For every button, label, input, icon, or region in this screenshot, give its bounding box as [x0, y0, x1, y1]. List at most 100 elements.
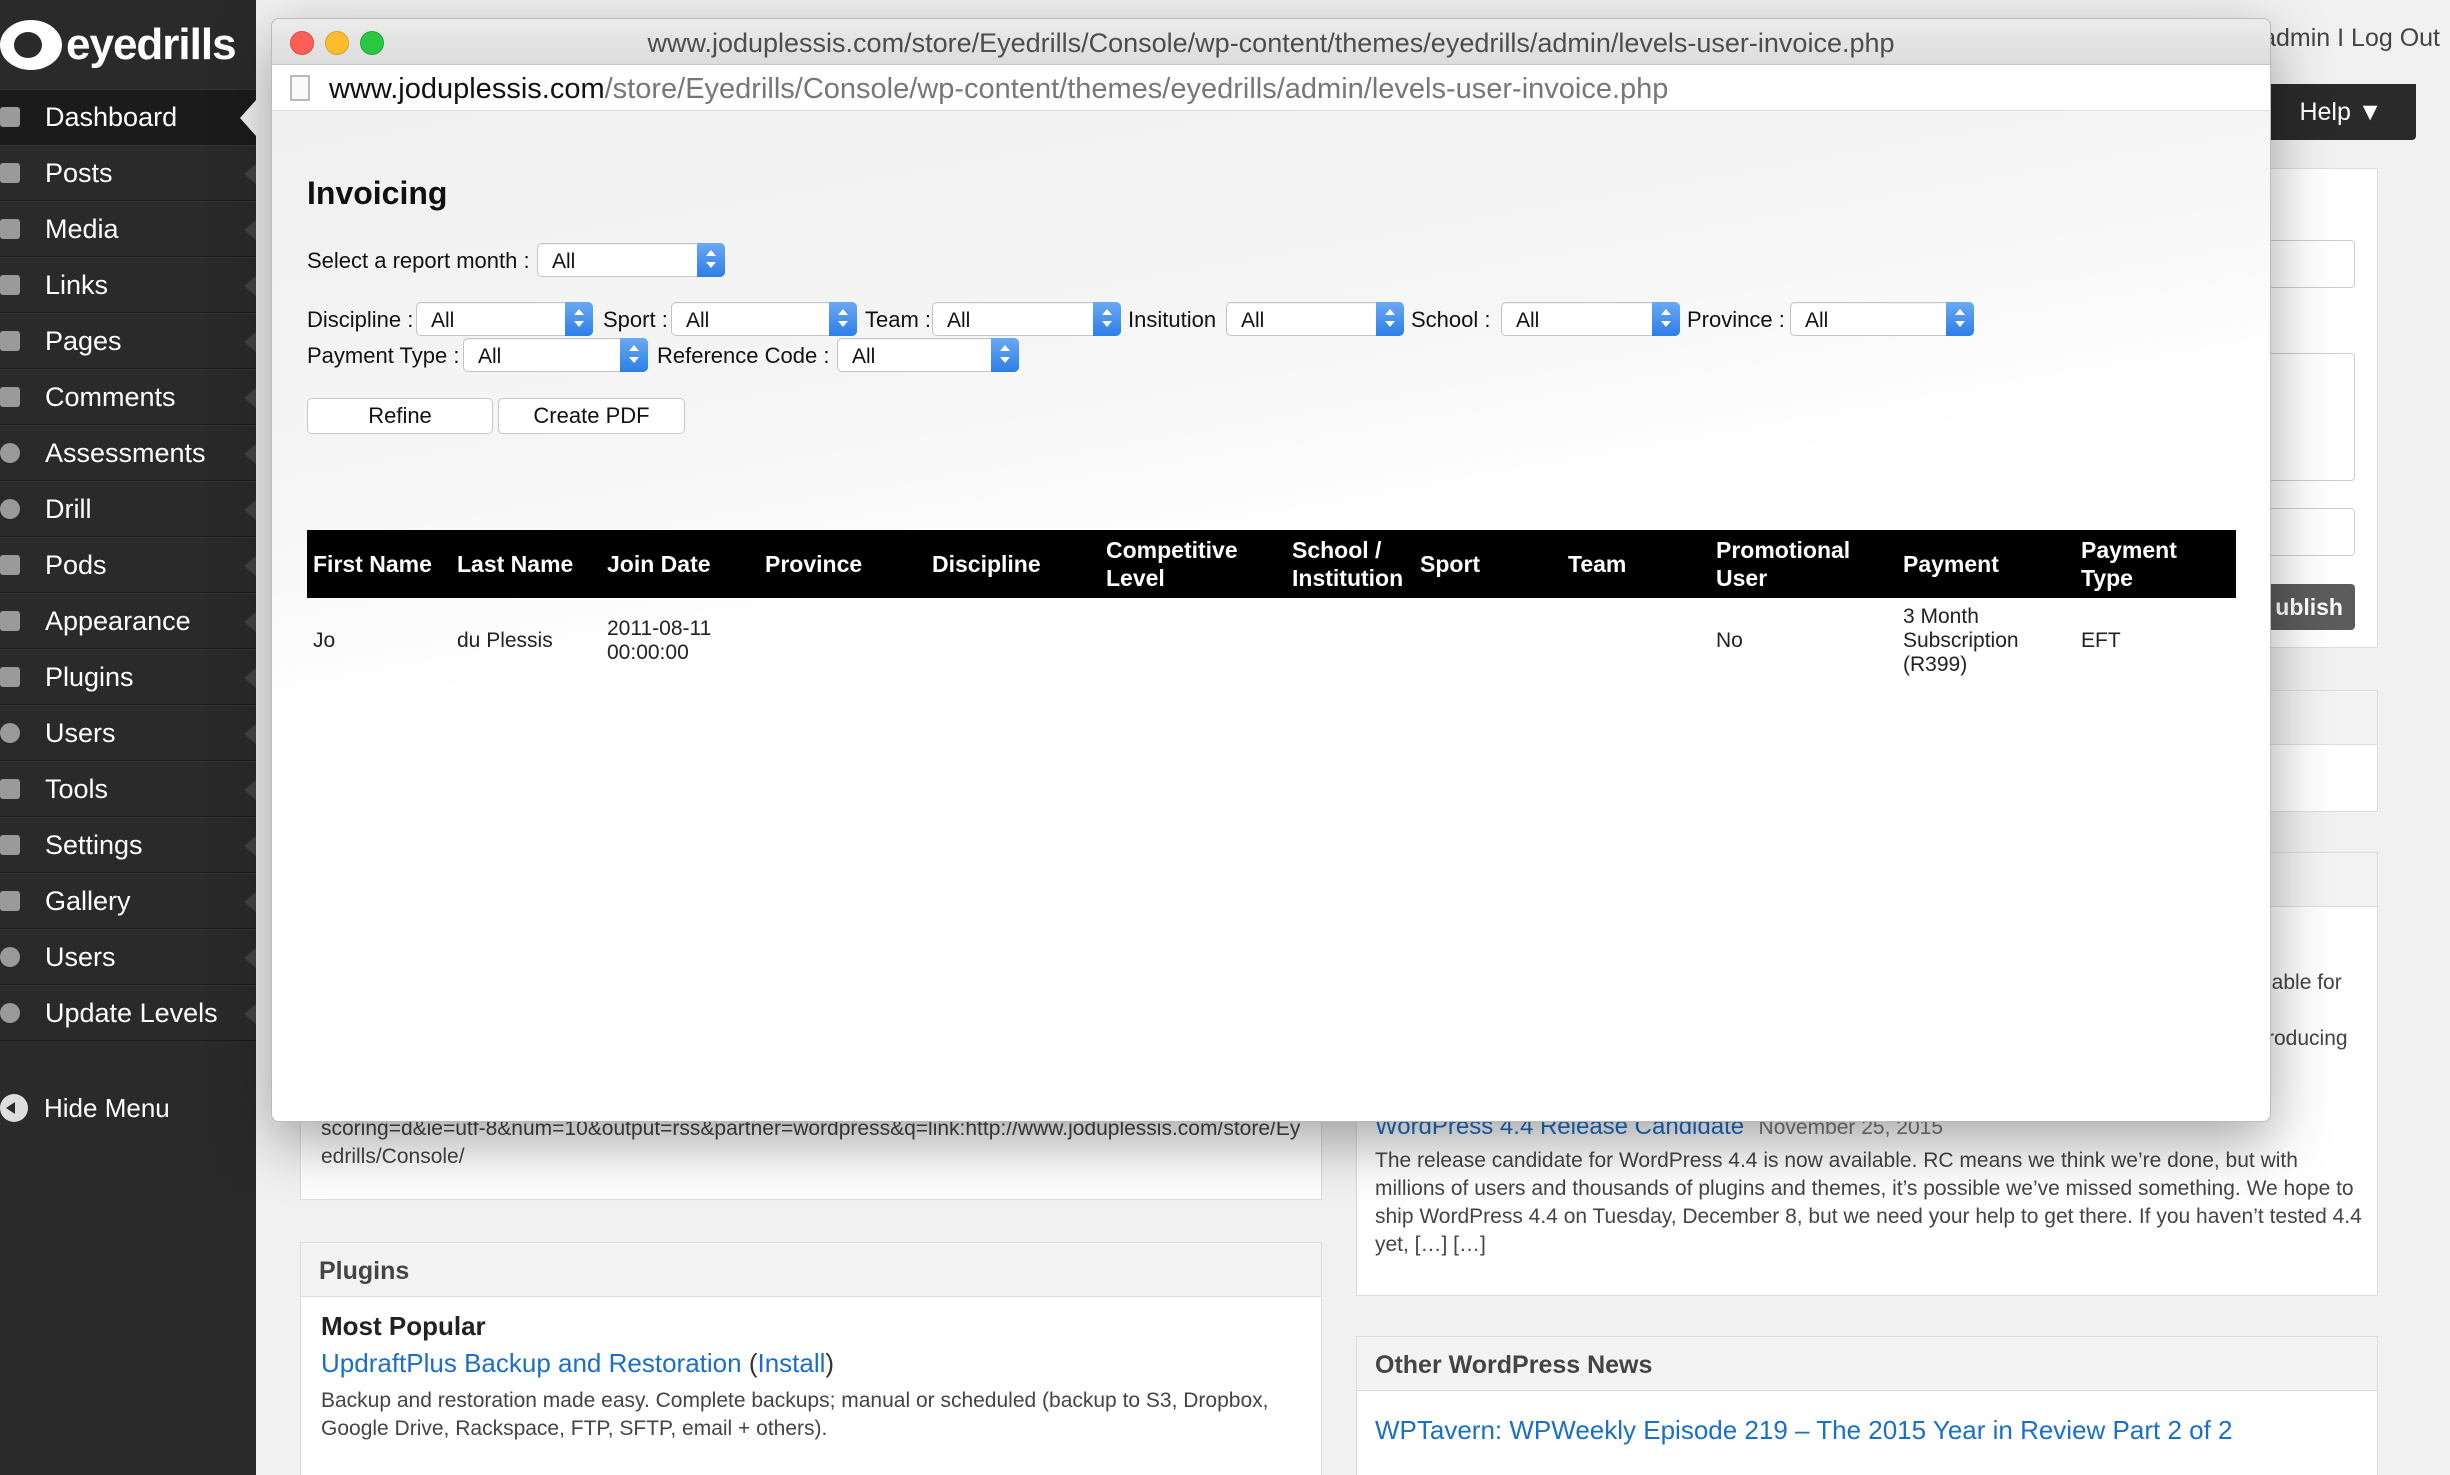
sidebar-item-links[interactable]: Links: [0, 257, 256, 313]
appearance-icon: [0, 611, 20, 631]
users-icon: [0, 723, 20, 743]
home-icon: [0, 107, 20, 127]
sidebar-item-media[interactable]: Media: [0, 201, 256, 257]
plugins-widget-title: Plugins: [301, 1243, 1321, 1297]
sidebar-item-gallery[interactable]: Gallery: [0, 873, 256, 929]
address-bar[interactable]: www.joduplessis.com/store/Eyedrills/Cons…: [272, 65, 2270, 111]
collapse-arrow-icon: [0, 1094, 28, 1122]
other-news-widget: Other WordPress News WPTavern: WPWeekly …: [1356, 1336, 2378, 1475]
pin-icon: [0, 163, 20, 183]
col-province: Province: [765, 551, 863, 577]
release-summary: The release candidate for WordPress 4.4 …: [1375, 1149, 2362, 1256]
cell-promotional-user: No: [1716, 629, 1743, 652]
pages-icon: [0, 331, 20, 351]
report-month-label: Select a report month :: [307, 248, 530, 273]
address-url[interactable]: www.joduplessis.com/store/Eyedrills/Cons…: [329, 73, 1668, 106]
tools-icon: [0, 779, 20, 799]
discipline-select[interactable]: All: [416, 302, 593, 336]
select-stepper-icon: [991, 338, 1019, 372]
sidebar-item-drill[interactable]: Drill: [0, 481, 256, 537]
institution-label: Insitution: [1128, 307, 1217, 332]
report-month-select[interactable]: All: [537, 243, 725, 277]
sidebar-item-users-2[interactable]: Users: [0, 929, 256, 985]
sidebar-item-users[interactable]: Users: [0, 705, 256, 761]
province-label: Province :: [1687, 307, 1785, 332]
select-stepper-icon: [1093, 302, 1121, 336]
cell-team: [1562, 598, 1710, 684]
team-label: Team :: [865, 307, 932, 332]
plugin-description: Backup and restoration made easy. Comple…: [321, 1389, 1269, 1440]
sidebar-item-pages[interactable]: Pages: [0, 313, 256, 369]
other-news-link[interactable]: WPTavern: WPWeekly Episode 219 – The 201…: [1375, 1415, 2233, 1446]
plugin-icon: [0, 667, 20, 687]
settings-icon: [0, 835, 20, 855]
window-titlebar[interactable]: www.joduplessis.com/store/Eyedrills/Cons…: [272, 19, 2270, 65]
cell-discipline: [926, 598, 1100, 684]
gear-icon: [0, 499, 20, 519]
plugin-icon: [0, 1003, 20, 1023]
payment-type-select[interactable]: All: [463, 338, 648, 372]
sidebar-item-settings[interactable]: Settings: [0, 817, 256, 873]
province-select[interactable]: All: [1790, 302, 1974, 336]
invoice-content: Invoicing Select a report month : All Di…: [272, 111, 2270, 1121]
admin-sidebar: eyedrills Dashboard Posts Media Links Pa…: [0, 0, 256, 1475]
admin-menu: Dashboard Posts Media Links Pages Commen…: [0, 89, 256, 1041]
sport-label: Sport :: [603, 307, 668, 332]
plugin-install-link[interactable]: Install: [757, 1348, 825, 1378]
sidebar-item-plugins[interactable]: Plugins: [0, 649, 256, 705]
cell-first-name: Jo: [313, 629, 336, 652]
select-stepper-icon: [565, 302, 593, 336]
hide-menu-button[interactable]: Hide Menu: [0, 1086, 170, 1130]
pods-icon: [0, 555, 20, 575]
most-popular-heading: Most Popular: [321, 1311, 486, 1341]
select-stepper-icon: [1946, 302, 1974, 336]
refine-button[interactable]: Refine: [307, 398, 493, 434]
sidebar-item-posts[interactable]: Posts: [0, 145, 256, 201]
col-discipline: Discipline: [932, 551, 1041, 577]
sidebar-item-assessments[interactable]: Assessments: [0, 425, 256, 481]
sidebar-item-appearance[interactable]: Appearance: [0, 593, 256, 649]
school-select[interactable]: All: [1501, 302, 1680, 336]
plugin-name-link[interactable]: UpdraftPlus Backup and Restoration: [321, 1348, 742, 1378]
cell-payment-type: EFT: [2081, 629, 2121, 652]
select-stepper-icon: [829, 302, 857, 336]
comment-icon: [0, 387, 20, 407]
sidebar-item-dashboard[interactable]: Dashboard: [0, 89, 256, 145]
school-label: School :: [1411, 307, 1491, 332]
create-pdf-button[interactable]: Create PDF: [498, 398, 685, 434]
media-icon: [0, 219, 20, 239]
team-select[interactable]: All: [932, 302, 1121, 336]
brand-logo-text: eyedrills: [66, 20, 237, 69]
col-first-name: First Name: [313, 551, 432, 577]
table-row: Jo du Plessis 2011-08-11 00:00:00 No 3 M…: [307, 598, 2236, 684]
help-button[interactable]: Help ▼: [2266, 84, 2416, 140]
col-sport: Sport: [1420, 551, 1481, 577]
cell-join-date: 2011-08-11 00:00:00: [607, 617, 712, 664]
link-icon: [0, 275, 20, 295]
cell-last-name: du Plessis: [457, 629, 553, 652]
sidebar-item-pods[interactable]: Pods: [0, 537, 256, 593]
sport-select[interactable]: All: [671, 302, 857, 336]
sidebar-item-update-levels[interactable]: Update Levels: [0, 985, 256, 1041]
reference-code-select[interactable]: All: [837, 338, 1019, 372]
sidebar-item-tools[interactable]: Tools: [0, 761, 256, 817]
gallery-icon: [0, 891, 20, 911]
plugin-icon: [0, 947, 20, 967]
cell-school-institution: [1286, 598, 1414, 684]
select-stepper-icon: [1652, 302, 1680, 336]
col-team: Team: [1568, 551, 1627, 577]
col-competitive-level: Competitive Level: [1106, 537, 1238, 591]
news-fragment-2: roducing: [2267, 1027, 2348, 1050]
user-links[interactable]: admin I Log Out: [2262, 24, 2440, 53]
invoice-table: First Name Last Name Join Date Province …: [307, 530, 2236, 684]
window-title: www.joduplessis.com/store/Eyedrills/Cons…: [647, 28, 1895, 58]
sidebar-item-comments[interactable]: Comments: [0, 369, 256, 425]
cell-province: [759, 598, 926, 684]
page-icon: [290, 75, 310, 101]
gear-icon: [0, 443, 20, 463]
brand-logo[interactable]: eyedrills: [0, 10, 256, 80]
page-title: Invoicing: [307, 175, 448, 211]
invoice-popup-window: www.joduplessis.com/store/Eyedrills/Cons…: [271, 18, 2271, 1122]
institution-select[interactable]: All: [1226, 302, 1404, 336]
plugins-widget: Plugins Most Popular UpdraftPlus Backup …: [300, 1242, 1322, 1475]
